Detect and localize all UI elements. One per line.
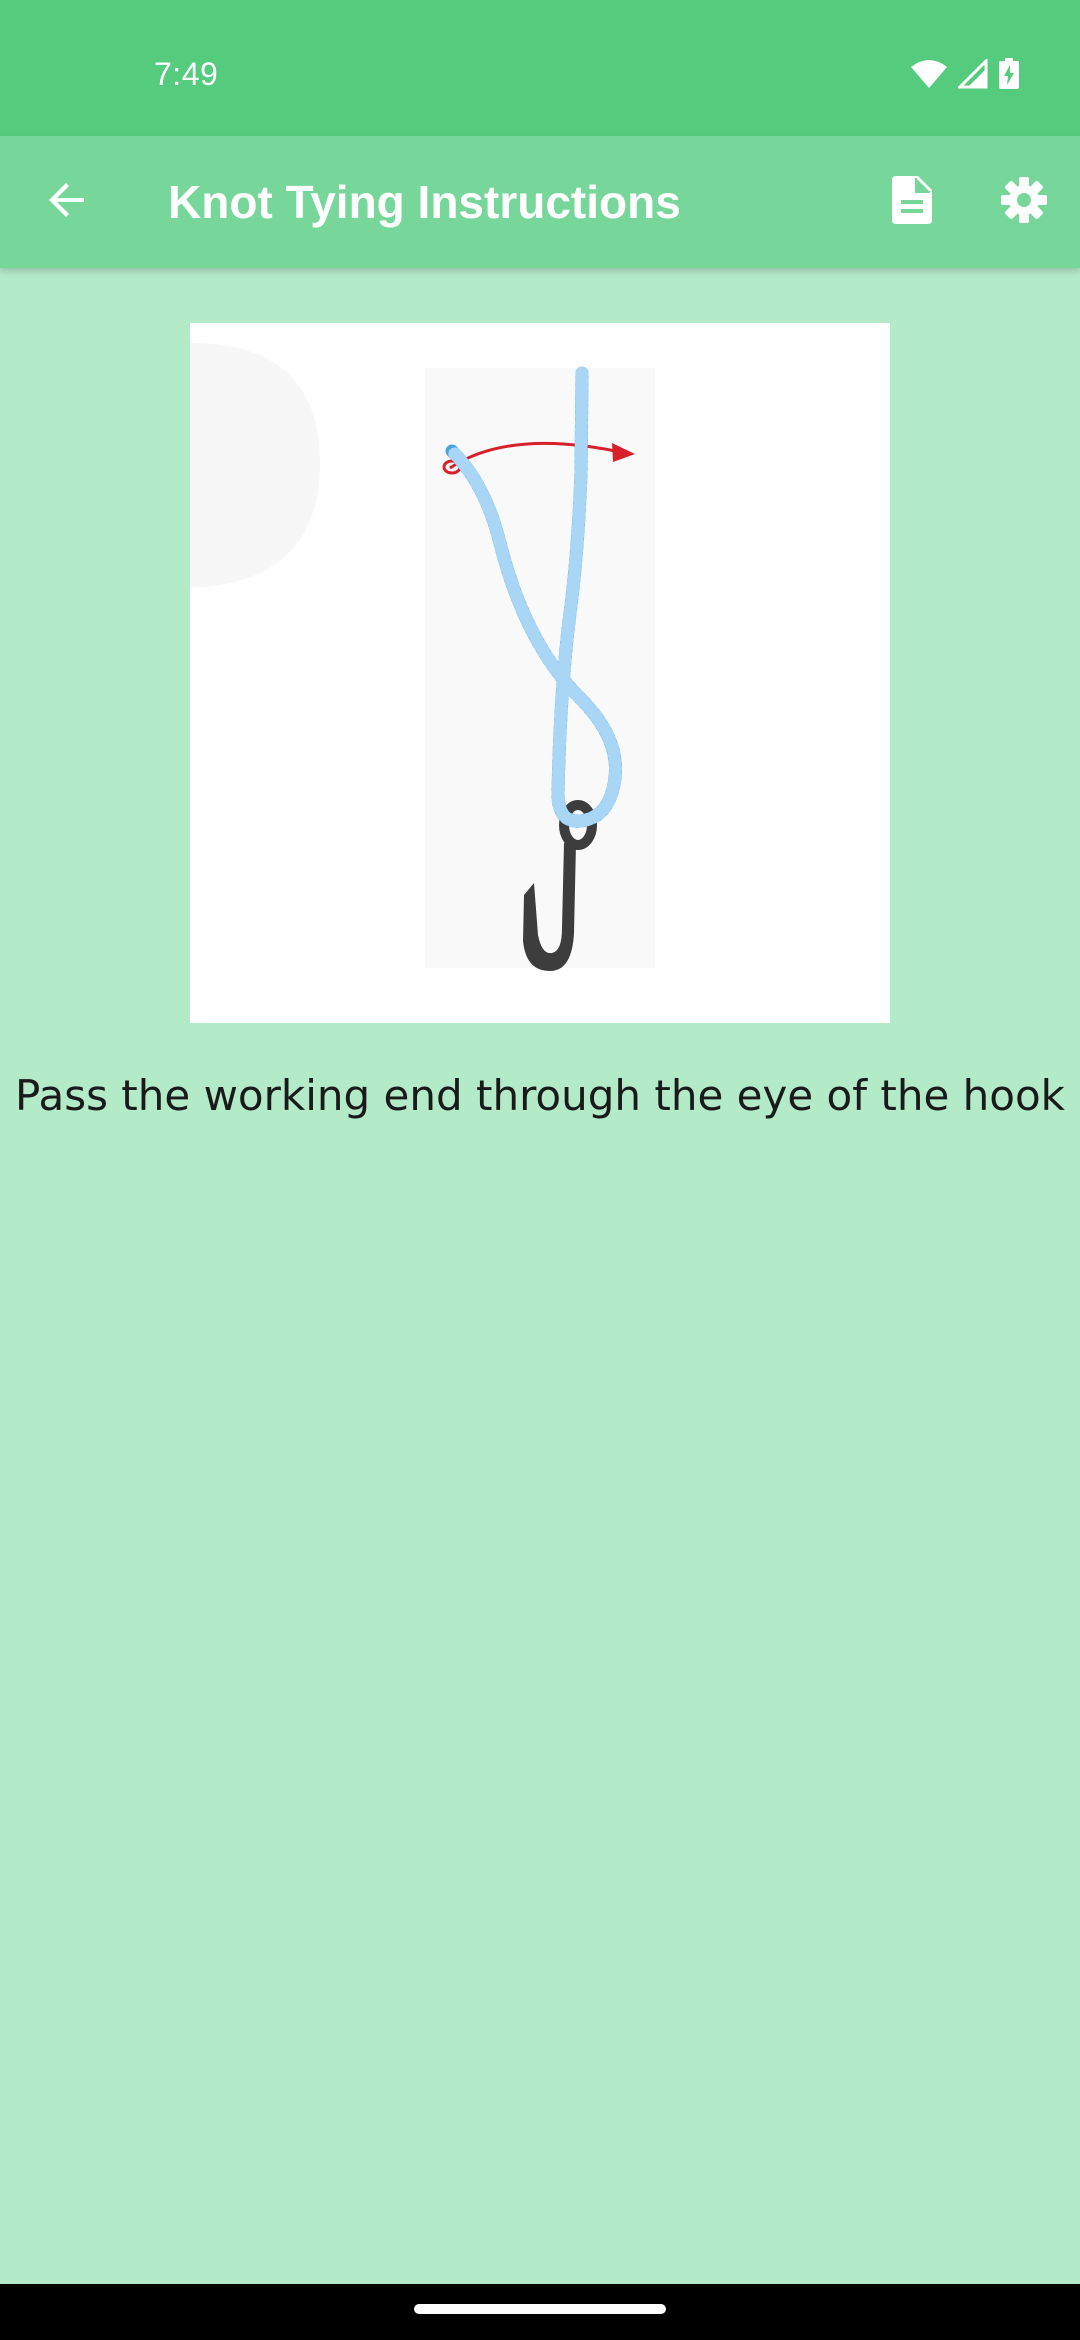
battery-charging-icon: [998, 58, 1020, 90]
page-title: Knot Tying Instructions: [168, 176, 681, 228]
arrow-back-icon: [48, 180, 88, 225]
knot-step-image: [190, 323, 890, 1023]
navigation-bar: [0, 2284, 1080, 2340]
app-bar: Knot Tying Instructions: [0, 136, 1080, 268]
instruction-text: Pass the working end through the eye of …: [15, 1071, 1065, 1120]
settings-gear-icon: [1000, 176, 1048, 229]
document-button[interactable]: [872, 162, 952, 242]
cellular-signal-icon: [958, 59, 988, 89]
wifi-icon: [910, 59, 948, 89]
settings-button[interactable]: [984, 162, 1064, 242]
document-icon: [892, 175, 932, 229]
home-indicator[interactable]: [414, 2304, 666, 2314]
status-time: 7:49: [154, 56, 219, 92]
status-bar: 7:49: [0, 0, 1080, 136]
back-button[interactable]: [28, 162, 108, 242]
status-icons: [910, 58, 1020, 90]
